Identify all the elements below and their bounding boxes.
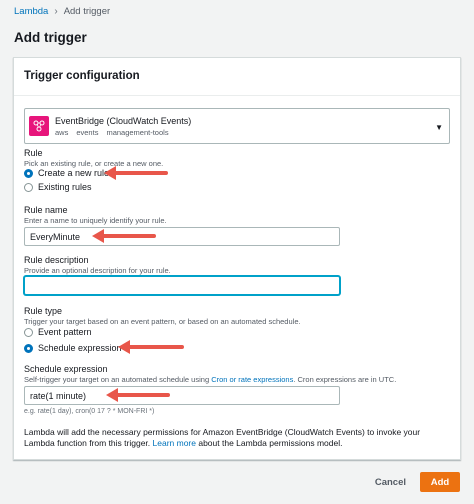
- rule-label: Rule: [24, 148, 43, 158]
- breadcrumb-lambda-link[interactable]: Lambda: [14, 6, 48, 17]
- rule-description-help: Provide an optional description for your…: [24, 266, 171, 275]
- rule-type-description: Trigger your target based on an event pa…: [24, 317, 301, 326]
- tag: management-tools: [106, 127, 169, 137]
- trigger-configuration-panel: Trigger configuration EventBridge (Cloud…: [13, 57, 461, 460]
- add-button[interactable]: Add: [420, 472, 460, 492]
- radio-label: Create a new rule: [38, 168, 110, 178]
- chevron-right-icon: ›: [54, 6, 58, 17]
- page-title: Add trigger: [14, 30, 87, 45]
- learn-more-link[interactable]: Learn more: [153, 438, 196, 448]
- caret-down-icon: ▼: [435, 123, 443, 132]
- cancel-button[interactable]: Cancel: [375, 477, 406, 488]
- trigger-source-select[interactable]: EventBridge (CloudWatch Events) aws even…: [24, 108, 450, 144]
- radio-event-pattern[interactable]: Event pattern: [24, 327, 92, 337]
- radio-existing-rules[interactable]: Existing rules: [24, 182, 92, 192]
- trigger-tags: aws events management-tools: [55, 128, 191, 137]
- annotation-arrow-icon: [106, 388, 170, 402]
- radio-label: Schedule expression: [38, 343, 122, 353]
- radio-create-new-rule[interactable]: Create a new rule: [24, 168, 109, 178]
- breadcrumb: Lambda › Add trigger: [14, 6, 110, 17]
- schedule-desc-pre: Self-trigger your target on an automated…: [24, 375, 212, 384]
- radio-unselected-icon[interactable]: [24, 327, 33, 337]
- radio-selected-icon[interactable]: [24, 168, 33, 178]
- annotation-arrow-icon: [104, 166, 168, 180]
- cron-rate-link[interactable]: Cron or rate expressions: [211, 375, 293, 384]
- rule-name-label: Rule name: [24, 205, 68, 215]
- radio-label: Existing rules: [38, 182, 92, 192]
- eventbridge-icon: [29, 116, 49, 136]
- permissions-text-post: about the Lambda permissions model.: [195, 438, 343, 448]
- schedule-expression-label: Schedule expression: [24, 364, 108, 374]
- schedule-desc-post: . Cron expressions are in UTC.: [293, 375, 397, 384]
- trigger-name: EventBridge (CloudWatch Events): [55, 115, 192, 126]
- rule-type-label: Rule type: [24, 306, 63, 316]
- schedule-expression-hint: e.g. rate(1 day), cron(0 17 ? * MON-FRI …: [24, 408, 155, 415]
- radio-selected-icon[interactable]: [24, 343, 33, 353]
- rule-description-input[interactable]: [24, 276, 340, 295]
- annotation-arrow-icon: [118, 340, 184, 354]
- tag: events: [76, 127, 99, 137]
- radio-schedule-expression[interactable]: Schedule expression: [24, 343, 122, 353]
- rule-name-description: Enter a name to uniquely identify your r…: [24, 216, 167, 225]
- footer-actions: Cancel Add: [375, 472, 460, 492]
- radio-label: Event pattern: [38, 327, 92, 337]
- permissions-info: Lambda will add the necessary permission…: [24, 427, 444, 449]
- schedule-expression-input[interactable]: [24, 386, 340, 405]
- rule-description-label: Rule description: [24, 255, 89, 265]
- radio-unselected-icon[interactable]: [24, 182, 33, 192]
- rule-name-input[interactable]: [24, 227, 340, 246]
- breadcrumb-current: Add trigger: [63, 6, 111, 17]
- annotation-arrow-icon: [92, 229, 156, 243]
- tag: aws: [55, 127, 69, 137]
- panel-header: Trigger configuration: [14, 58, 460, 96]
- schedule-expression-description: Self-trigger your target on an automated…: [24, 375, 396, 384]
